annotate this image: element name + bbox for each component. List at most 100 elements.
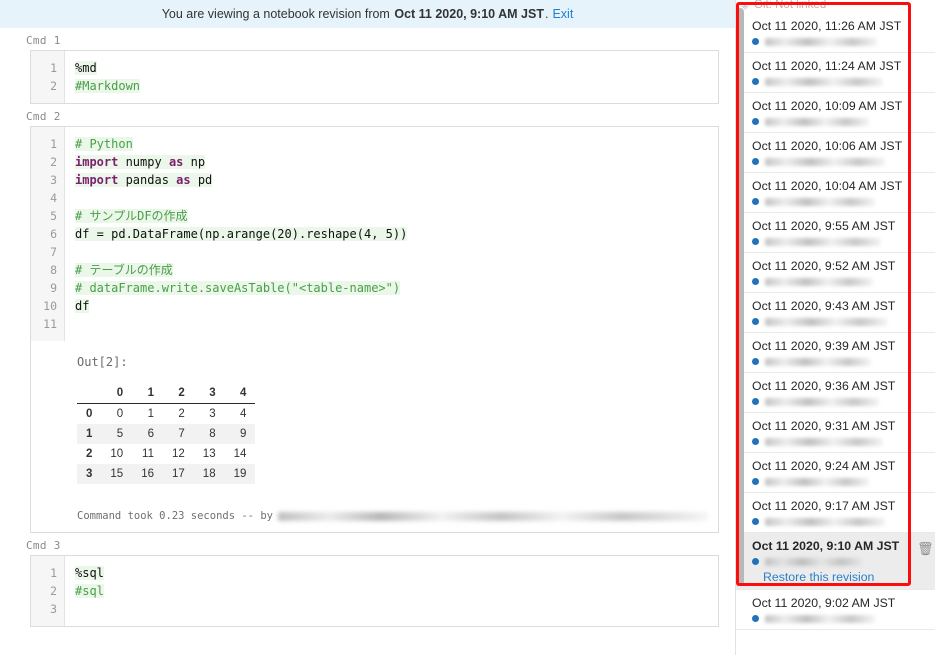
revision-author-redacted: redacted-author — [765, 614, 875, 623]
revision-author-row: redacted-author — [752, 156, 927, 167]
restore-revision-link[interactable]: Restore this revision — [763, 570, 927, 584]
revision-timestamp: Oct 11 2020, 11:26 AM JST — [752, 19, 902, 33]
revision-timestamp: Oct 11 2020, 9:31 AM JST — [752, 419, 896, 433]
banner-suffix: . — [544, 7, 549, 21]
revision-author-row: redacted-author — [752, 436, 927, 447]
code-editor[interactable]: 1 2 %md #Markdown — [31, 51, 718, 103]
code-editor[interactable]: 1 2 3 %sql #sql — [31, 556, 718, 626]
code-editor[interactable]: 1 2 3 4 5 6 7 8 9 10 11 # Python import numpy as np i… — [31, 127, 718, 341]
revision-author-redacted: redacted-author — [765, 437, 883, 446]
cell-box[interactable]: 1 2 3 4 5 6 7 8 9 10 11 # Python import numpy as np i… — [30, 126, 719, 533]
exit-revision-link[interactable]: Exit — [552, 7, 573, 21]
table-cell: 6 — [147, 428, 154, 440]
column-header: 3 — [193, 383, 225, 404]
column-header — [77, 383, 102, 404]
table-row: 0 0 1 2 3 4 — [77, 404, 255, 425]
code-line: #Markdown — [75, 79, 141, 93]
revision-timestamp: Oct 11 2020, 10:09 AM JST — [752, 99, 903, 113]
table-cell: 19 — [233, 468, 247, 480]
revision-author-redacted: redacted-author — [765, 37, 877, 46]
code-line: %sql — [75, 566, 104, 580]
revision-author-row: redacted-author — [752, 476, 927, 487]
table-cell: 3 — [209, 408, 216, 420]
line-number: 5 — [50, 209, 57, 223]
row-index-cell: 2 — [86, 448, 93, 460]
revision-item[interactable]: Oct 11 2020, 9:24 AM JST redacted-author — [736, 453, 935, 493]
code-line: # Python — [75, 137, 133, 151]
cells-container: Cmd 1 1 2 %md #Markdown Cmd 2 1 2 3 4 5 6 7 8 9 10 11 # P… — [0, 28, 735, 627]
revision-item[interactable]: Oct 11 2020, 9:31 AM JST redacted-author — [736, 413, 935, 453]
table-row: 1 5 6 7 8 9 — [77, 424, 256, 444]
revision-author-redacted: redacted-author — [765, 157, 885, 166]
revision-author-row: redacted-author — [752, 76, 927, 87]
sidebar-scrollbar[interactable] — [736, 8, 744, 586]
line-number: 3 — [50, 173, 57, 187]
revision-item[interactable]: Oct 11 2020, 11:24 AM JST redacted-author — [736, 53, 935, 93]
line-number: 9 — [50, 281, 57, 295]
line-number: 4 — [50, 191, 57, 205]
revision-author-row: redacted-author — [752, 516, 927, 527]
revision-item[interactable]: Oct 11 2020, 9:52 AM JST redacted-author — [736, 253, 935, 293]
revision-status-dot — [752, 278, 759, 285]
table-cell: 18 — [202, 468, 216, 480]
trash-icon[interactable]: 🗑 — [917, 542, 934, 556]
revision-item[interactable]: Oct 11 2020, 9:55 AM JST redacted-author — [736, 213, 935, 253]
code-line: #sql — [75, 584, 104, 598]
table-header-row: 01234 — [77, 383, 256, 404]
cell-box[interactable]: 1 2 3 %sql #sql — [30, 555, 719, 627]
table-cell: 1 — [147, 408, 154, 420]
table-cell: 10 — [110, 448, 124, 460]
revision-item[interactable]: Oct 11 2020, 9:39 AM JST redacted-author — [736, 333, 935, 373]
revision-item-selected[interactable]: Oct 11 2020, 9:10 AM JST redacted-author R… — [736, 533, 935, 590]
notebook-cell: Cmd 3 1 2 3 %sql #sql — [0, 533, 735, 627]
revision-author-redacted: redacted-author — [765, 357, 871, 366]
line-number: 1 — [50, 137, 57, 151]
revision-item[interactable]: Oct 11 2020, 11:26 AM JST redacted-author — [736, 13, 935, 53]
column-header: 0 — [101, 383, 133, 404]
revision-status-dot — [752, 38, 759, 45]
revision-timestamp: Oct 11 2020, 11:24 AM JST — [752, 59, 902, 73]
cell-label: Cmd 3 — [26, 539, 61, 552]
line-number: 11 — [43, 317, 57, 331]
revision-timestamp: Oct 11 2020, 9:43 AM JST — [752, 299, 896, 313]
banner-timestamp: Oct 11 2020, 9:10 AM JST — [394, 7, 544, 21]
revision-author-row: redacted-author — [752, 196, 927, 207]
revision-status-dot — [752, 318, 759, 325]
table-cell: 13 — [202, 448, 216, 460]
git-status-label: Git: Not linked — [754, 0, 827, 11]
notebook-body: Cmd 1 1 2 %md #Markdown Cmd 2 1 2 3 4 5 6 7 8 9 10 11 # P… — [0, 28, 735, 655]
revision-item[interactable]: Oct 11 2020, 9:43 AM JST redacted-author — [736, 293, 935, 333]
row-index-cell: 1 — [86, 428, 93, 440]
line-number: 8 — [50, 263, 57, 277]
revision-timestamp: Oct 11 2020, 9:39 AM JST — [752, 339, 896, 353]
code-lines[interactable]: # Python import numpy as np import pandas … — [65, 127, 718, 341]
revision-status-dot — [752, 118, 759, 125]
revision-item[interactable]: Oct 11 2020, 10:04 AM JST redacted-author — [736, 173, 935, 213]
revision-timestamp: Oct 11 2020, 10:04 AM JST — [752, 179, 903, 193]
table-cell: 4 — [239, 408, 247, 420]
revision-item[interactable]: Oct 11 2020, 9:17 AM JST redacted-author — [736, 493, 935, 533]
code-lines[interactable]: %sql #sql — [65, 556, 718, 626]
revision-status-dot — [752, 158, 759, 165]
code-lines[interactable]: %md #Markdown — [65, 51, 718, 103]
git-status-row[interactable]: ⎈ Git: Not linked — [736, 0, 935, 13]
revision-item[interactable]: Oct 11 2020, 10:06 AM JST redacted-author — [736, 133, 935, 173]
revision-status-dot — [752, 558, 759, 565]
revision-author-redacted: redacted-author — [765, 117, 869, 126]
command-status: Command took 0.23 seconds -- by redacted-… — [31, 492, 718, 532]
table-cell: 15 — [110, 468, 124, 480]
revision-item[interactable]: Oct 11 2020, 9:36 AM JST redacted-author — [736, 373, 935, 413]
column-header: 4 — [224, 383, 256, 404]
revision-item[interactable]: Oct 11 2020, 9:02 AM JST redacted-author — [736, 590, 935, 630]
code-line: %md — [75, 61, 97, 75]
revision-timestamp: Oct 11 2020, 9:17 AM JST — [752, 499, 896, 513]
command-status-author-redacted: redacted-author-email — [277, 511, 708, 521]
code-line: import pandas as pd — [75, 173, 213, 187]
column-header: 2 — [163, 383, 194, 404]
line-number: 1 — [50, 61, 57, 75]
cell-box[interactable]: 1 2 %md #Markdown — [30, 50, 719, 104]
notebook-cell: Cmd 1 1 2 %md #Markdown — [0, 28, 735, 104]
revision-item[interactable]: Oct 11 2020, 10:09 AM JST redacted-author — [736, 93, 935, 133]
revision-status-dot — [752, 438, 759, 445]
